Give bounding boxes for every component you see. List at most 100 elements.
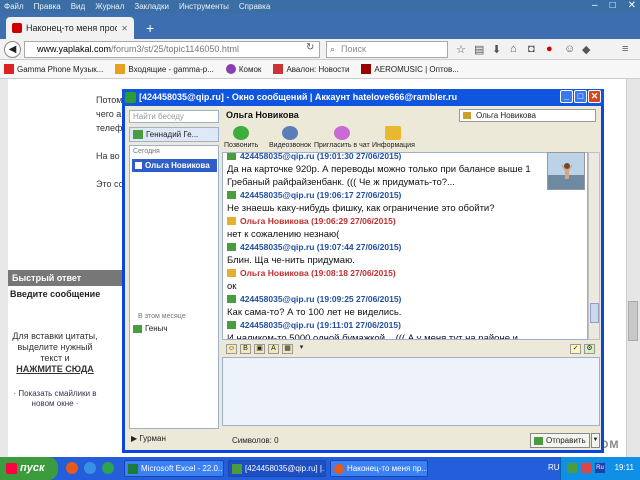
- message-header: 424458035@qip.ru (19:11:01 27/06/2015): [227, 319, 545, 332]
- menu-history[interactable]: Журнал: [95, 2, 124, 11]
- bookmark-gamma-phone[interactable]: Gamma Phone Музык...: [4, 64, 103, 74]
- message-history[interactable]: 424458035@qip.ru (19:01:30 27/06/2015) Д…: [222, 152, 588, 340]
- show-smiles-link[interactable]: · Показать смайлики в новом окне ·: [8, 389, 102, 409]
- quicklaunch-app-icon[interactable]: [102, 462, 114, 474]
- spellcheck-icon[interactable]: ✓: [570, 344, 581, 354]
- file-transfer-icon[interactable]: ▦: [282, 344, 293, 354]
- contact-item-genych[interactable]: Геныч: [133, 324, 168, 333]
- contact-avatar: [547, 152, 585, 190]
- chat-contact-name: Ольга Новикова: [226, 110, 299, 120]
- start-button[interactable]: пуск: [0, 457, 58, 480]
- call-button[interactable]: Позвонить: [224, 126, 258, 149]
- maximize-icon[interactable]: □: [610, 0, 616, 11]
- qip-tray-icon[interactable]: [567, 463, 577, 473]
- language-indicator[interactable]: RU: [548, 463, 560, 472]
- menu-tools[interactable]: Инструменты: [179, 2, 229, 11]
- chat-account-selector[interactable]: Ольга Новикова: [459, 109, 596, 122]
- new-tab-icon[interactable]: +: [146, 20, 154, 36]
- keyboard-layout-icon[interactable]: Ru: [595, 463, 605, 473]
- minimize-icon[interactable]: –: [592, 0, 598, 11]
- task-label: [424458035@qip.ru] |...: [245, 464, 326, 473]
- pocket-icon[interactable]: ◘: [528, 43, 535, 55]
- scrollbar-thumb[interactable]: [628, 301, 638, 341]
- extension-icon[interactable]: ◆: [582, 43, 590, 56]
- antivirus-icon[interactable]: [581, 463, 591, 473]
- adblock-icon[interactable]: ●: [546, 43, 553, 55]
- task-label: Microsoft Excel - 22.0...: [141, 464, 224, 473]
- contact-list-panel: Сегодня Ольга Новикова В этом месяце Ген…: [129, 145, 219, 429]
- internet-explorer-icon[interactable]: [84, 462, 96, 474]
- message-header: Ольга Новикова (19:06:29 27/06/2015): [227, 215, 545, 228]
- site-favicon-icon: [12, 23, 22, 33]
- user-icon: [227, 153, 236, 160]
- insert-quote-link[interactable]: НАЖМИТЕ СЮДА: [16, 364, 94, 374]
- home-icon[interactable]: ⌂: [510, 43, 517, 55]
- message-header: Ольга Новикова (19:08:18 27/06/2015): [227, 267, 545, 280]
- message-header: 424458035@qip.ru (19:07:44 27/06/2015): [227, 241, 545, 254]
- menu-bookmarks[interactable]: Закладки: [134, 2, 169, 11]
- post-line: Потом: [96, 95, 123, 105]
- insert-quote-hint: Для вставки цитаты, выделите нужный текс…: [8, 331, 102, 375]
- qip-close-button[interactable]: ✕: [588, 90, 601, 103]
- bold-icon[interactable]: B: [240, 344, 251, 354]
- bookmark-komok[interactable]: Комок: [225, 64, 261, 74]
- dropdown-icon[interactable]: ▾: [296, 344, 307, 354]
- qip-maximize-button[interactable]: □: [574, 90, 587, 103]
- conversation-search-input[interactable]: Найти беседу: [129, 110, 219, 123]
- menu-file[interactable]: Файл: [4, 2, 24, 11]
- invite-label: Пригласить в чат: [314, 142, 370, 149]
- bookmark-avalon[interactable]: Авалон: Новости: [273, 64, 349, 74]
- browser-tab-active[interactable]: Наконец-то меня просят ки... ✕: [6, 17, 134, 39]
- qip-title-bar[interactable]: [424458035@qip.ru] - Окно сообщений | Ак…: [122, 89, 604, 106]
- qip-minimize-button[interactable]: _: [560, 90, 573, 103]
- url-path: /forum3/st/25/topic1146050.html: [111, 44, 239, 54]
- phone-icon: [233, 126, 250, 140]
- contact-item-gurman[interactable]: ▶ Гурман: [131, 434, 166, 443]
- menu-hamburger-icon[interactable]: ≡: [622, 43, 628, 55]
- message-input[interactable]: [222, 357, 600, 426]
- menu-view[interactable]: Вид: [71, 2, 85, 11]
- bookmarks-bar: Gamma Phone Музык... Входящие - gamma-p.…: [0, 60, 640, 79]
- user-icon: [227, 243, 236, 251]
- emoticon-icon[interactable]: ☺: [226, 344, 237, 354]
- taskbar-item-firefox[interactable]: Наконец-то меня пр...: [330, 460, 428, 477]
- history-scrollbar[interactable]: [588, 152, 600, 340]
- menu-edit[interactable]: Правка: [34, 2, 61, 11]
- menu-help[interactable]: Справка: [239, 2, 270, 11]
- back-arrow-icon[interactable]: ◀: [4, 41, 21, 58]
- message-text: И наликом-то 5000 одной бумажкой... ((( …: [227, 333, 518, 340]
- message-text: Не знаешь каку-нибудь фишку, как огранич…: [227, 203, 495, 214]
- tab-close-icon[interactable]: ✕: [121, 24, 128, 33]
- contact-item-olga[interactable]: Ольга Новикова: [132, 159, 217, 172]
- address-bar[interactable]: www.yaplakal.com/forum3/st/25/topic11460…: [24, 41, 320, 58]
- bookmark-icon: [361, 64, 372, 74]
- taskbar-item-qip[interactable]: [424458035@qip.ru] |...: [228, 460, 326, 477]
- reload-icon[interactable]: ↻: [306, 42, 314, 53]
- firefox-icon[interactable]: [66, 462, 78, 474]
- send-options-dropdown[interactable]: ▼: [591, 433, 600, 448]
- message-header: 424458035@qip.ru (19:09:25 27/06/2015): [227, 293, 545, 306]
- smiley-icon[interactable]: ☺: [564, 43, 575, 55]
- star-icon[interactable]: ☆: [456, 43, 466, 56]
- info-button[interactable]: Информация: [372, 126, 415, 149]
- navigation-bar: ◀ www.yaplakal.com/forum3/st/25/topic114…: [0, 39, 640, 60]
- group-icon: [333, 126, 350, 140]
- download-icon[interactable]: ⬇: [492, 43, 501, 56]
- close-icon[interactable]: ✕: [628, 0, 636, 11]
- taskbar-item-excel[interactable]: Microsoft Excel - 22.0...: [124, 460, 224, 477]
- bookmark-aeromusic[interactable]: AEROMUSIC | Оптов...: [361, 64, 459, 74]
- video-call-button[interactable]: Видеозвонок: [269, 126, 311, 149]
- invite-to-chat-button[interactable]: Пригласить в чат: [314, 126, 370, 149]
- font-color-icon[interactable]: A: [268, 344, 279, 354]
- settings-icon[interactable]: ⚙: [584, 344, 595, 354]
- clipboard-icon[interactable]: ▤: [474, 43, 484, 56]
- insert-hint-text: Для вставки цитаты, выделите нужный текс…: [12, 331, 98, 363]
- group-this-month-label: В этом месяце: [138, 313, 186, 320]
- contact-tab-gennady[interactable]: Геннадий Ге...: [129, 127, 219, 142]
- send-button[interactable]: Отправить: [530, 433, 590, 448]
- bookmark-inbox[interactable]: Входящие - gamma-p...: [115, 64, 214, 74]
- image-icon[interactable]: ▣: [254, 344, 265, 354]
- page-scrollbar[interactable]: [626, 79, 640, 457]
- search-input[interactable]: ⌕ Поиск: [326, 41, 448, 58]
- scrollbar-thumb[interactable]: [590, 303, 599, 323]
